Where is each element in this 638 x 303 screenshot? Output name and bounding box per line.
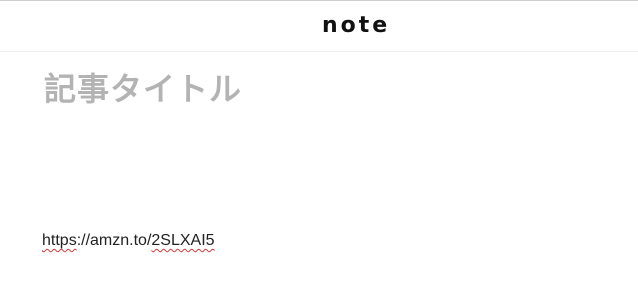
editor-page: note 記事タイトル https://amzn.to/2SLXAI5 bbox=[0, 0, 638, 303]
article-title-input[interactable]: 記事タイトル bbox=[44, 69, 242, 109]
body-text-code: 2SLXAI5 bbox=[151, 232, 215, 249]
article-body-editor[interactable]: https://amzn.to/2SLXAI5 bbox=[42, 230, 215, 252]
body-text-domain: ://amzn.to/ bbox=[76, 232, 152, 249]
note-logo[interactable]: note bbox=[322, 12, 390, 40]
header-bar: note bbox=[0, 1, 638, 52]
body-text-https: https bbox=[42, 232, 77, 249]
